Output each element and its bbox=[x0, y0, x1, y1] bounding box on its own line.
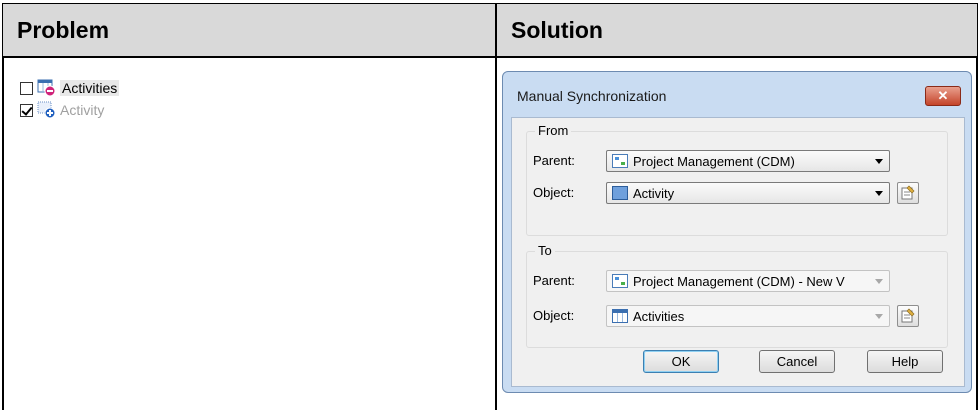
to-parent-select[interactable]: Project Management (CDM) - New V bbox=[606, 270, 890, 292]
to-object-value: Activities bbox=[633, 308, 685, 324]
cancel-button[interactable]: Cancel bbox=[759, 350, 835, 373]
properties-icon bbox=[901, 185, 915, 200]
from-object-value: Activity bbox=[633, 185, 675, 201]
from-properties-button[interactable] bbox=[897, 182, 919, 204]
tree-item-activities[interactable]: Activities bbox=[20, 78, 120, 98]
from-object-label: Object: bbox=[533, 185, 575, 200]
model-icon bbox=[612, 274, 628, 288]
dialog-title: Manual Synchronization bbox=[517, 88, 667, 104]
from-object-select[interactable]: Activity bbox=[606, 182, 890, 204]
to-legend: To bbox=[535, 243, 555, 258]
to-object-label: Object: bbox=[533, 308, 575, 323]
table-icon bbox=[612, 309, 628, 323]
model-icon bbox=[612, 154, 628, 168]
header-bottom-border bbox=[2, 56, 978, 58]
chevron-down-icon bbox=[875, 190, 883, 196]
close-button[interactable]: ✕ bbox=[925, 86, 961, 106]
column-divider bbox=[495, 3, 497, 410]
table-remove-icon bbox=[37, 79, 57, 97]
entity-add-icon bbox=[37, 101, 57, 119]
table-left-border bbox=[2, 3, 4, 410]
chevron-down-icon bbox=[875, 158, 883, 164]
dialog-body: From Parent: Project Management (CDM) Ob… bbox=[511, 117, 965, 387]
to-object-select[interactable]: Activities bbox=[606, 305, 890, 327]
help-button[interactable]: Help bbox=[867, 350, 943, 373]
tree-item-activity[interactable]: Activity bbox=[20, 100, 104, 120]
from-legend: From bbox=[535, 123, 572, 138]
properties-icon bbox=[901, 308, 915, 323]
ok-button[interactable]: OK bbox=[643, 350, 719, 373]
entity-icon bbox=[612, 186, 628, 200]
tree-label-activity: Activity bbox=[60, 102, 105, 118]
to-parent-value: Project Management (CDM) - New V bbox=[633, 273, 845, 289]
from-group: From Parent: Project Management (CDM) Ob… bbox=[526, 123, 948, 236]
to-parent-label: Parent: bbox=[533, 273, 575, 288]
chevron-down-icon bbox=[875, 278, 883, 284]
solution-header: Solution bbox=[497, 4, 977, 56]
to-properties-button[interactable] bbox=[897, 305, 919, 327]
problem-header: Problem bbox=[3, 4, 495, 56]
tree-label-activities: Activities bbox=[60, 80, 120, 96]
to-group: To Parent: Project Management (CDM) - Ne… bbox=[526, 243, 948, 348]
from-parent-value: Project Management (CDM) bbox=[633, 153, 795, 169]
from-parent-label: Parent: bbox=[533, 153, 575, 168]
problem-solution-table: Problem Solution Activities Activity Man… bbox=[0, 0, 980, 410]
manual-synchronization-dialog: Manual Synchronization ✕ From Parent: Pr… bbox=[502, 71, 972, 393]
from-parent-select[interactable]: Project Management (CDM) bbox=[606, 150, 890, 172]
tree-checkbox-activities[interactable] bbox=[20, 81, 33, 95]
tree-checkbox-activity[interactable] bbox=[20, 103, 33, 117]
table-right-border bbox=[976, 3, 978, 410]
chevron-down-icon bbox=[875, 313, 883, 319]
